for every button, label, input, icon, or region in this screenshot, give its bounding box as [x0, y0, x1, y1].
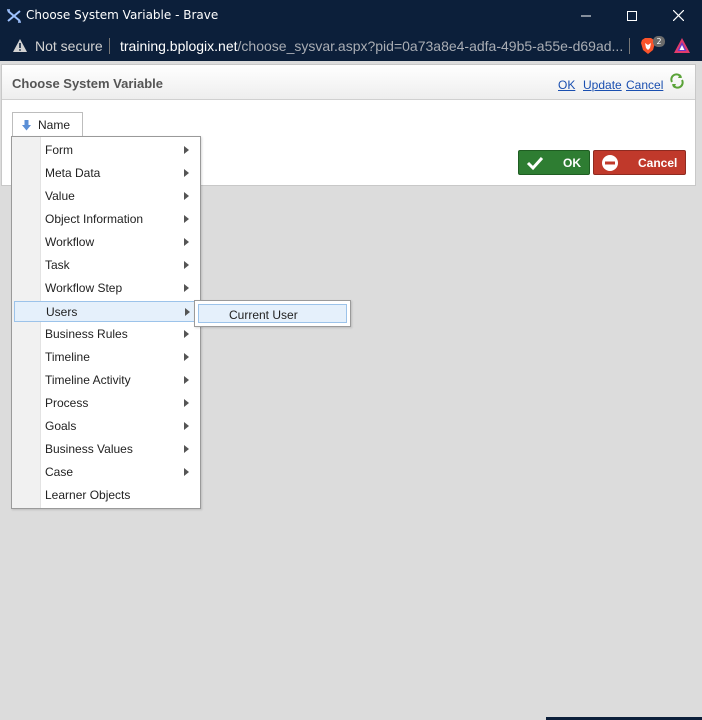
arrow-down-icon — [22, 120, 31, 131]
close-icon — [672, 10, 684, 21]
refresh-icon[interactable] — [669, 73, 685, 89]
menu-item-business-values[interactable]: Business Values — [14, 439, 198, 460]
close-window-button[interactable] — [655, 0, 701, 31]
chevron-right-icon — [184, 399, 189, 407]
sort-name-label: Name — [38, 118, 71, 132]
users-submenu: Current User — [194, 300, 351, 327]
maximize-icon — [627, 10, 637, 21]
cancel-link[interactable]: Cancel — [626, 78, 663, 92]
menu-item-label: Case — [45, 465, 74, 479]
shields-count-badge: 2 — [653, 36, 665, 47]
url-path: /choose_sysvar.aspx?pid=0a73a8e4-adfa-49… — [237, 38, 624, 54]
menu-item-object-information[interactable]: Object Information — [14, 209, 198, 230]
system-variable-menu: Form Meta Data Value Object Information Work… — [11, 136, 201, 509]
chevron-right-icon — [184, 284, 189, 292]
menu-item-business-rules[interactable]: Business Rules — [14, 324, 198, 345]
page-title: Choose System Variable — [12, 76, 164, 91]
chevron-right-icon — [184, 215, 189, 223]
chevron-right-icon — [184, 445, 189, 453]
menu-item-learner-objects[interactable]: Learner Objects — [14, 485, 198, 506]
menu-item-label: Users — [46, 305, 78, 319]
update-link[interactable]: Update — [583, 78, 622, 92]
chevron-right-icon — [184, 376, 189, 384]
address-bar: Not secure training.bplogix.net/choose_s… — [0, 31, 702, 61]
menu-item-label: Timeline Activity — [45, 373, 131, 387]
menu-item-label: Process — [45, 396, 89, 410]
rewards-icon[interactable] — [674, 38, 690, 53]
window-title: Choose System Variable - Brave — [26, 8, 219, 22]
url-field[interactable]: training.bplogix.net/choose_sysvar.aspx?… — [120, 38, 623, 54]
ok-button-label: OK — [563, 156, 581, 170]
menu-item-timeline-activity[interactable]: Timeline Activity — [14, 370, 198, 391]
menu-item-workflow[interactable]: Workflow — [14, 232, 198, 253]
menu-item-label: Workflow — [45, 235, 95, 249]
minimize-icon — [581, 15, 591, 16]
ok-link[interactable]: OK — [558, 78, 575, 92]
chevron-right-icon — [184, 330, 189, 338]
menu-item-label: Value — [45, 189, 75, 203]
menu-item-label: Goals — [45, 419, 77, 433]
menu-item-meta-data[interactable]: Meta Data — [14, 163, 198, 184]
chevron-right-icon — [184, 192, 189, 200]
chevron-right-icon — [184, 468, 189, 476]
menu-item-form[interactable]: Form — [14, 140, 198, 161]
maximize-button[interactable] — [609, 0, 655, 31]
chevron-right-icon — [184, 353, 189, 361]
chevron-right-icon — [185, 308, 190, 316]
minimize-button[interactable] — [563, 0, 609, 31]
menu-item-value[interactable]: Value — [14, 186, 198, 207]
sort-name-button[interactable]: Name — [12, 112, 83, 138]
menu-item-label: Business Rules — [45, 327, 128, 341]
chevron-right-icon — [184, 261, 189, 269]
submenu-item-label: Current User — [229, 308, 298, 322]
menu-item-label: Object Information — [45, 212, 144, 226]
menu-item-workflow-step[interactable]: Workflow Step — [14, 278, 198, 299]
chevron-right-icon — [184, 146, 189, 154]
menu-item-label: Workflow Step — [45, 281, 123, 295]
menu-item-label: Learner Objects — [45, 488, 131, 502]
menu-item-process[interactable]: Process — [14, 393, 198, 414]
chevron-right-icon — [184, 422, 189, 430]
menu-item-timeline[interactable]: Timeline — [14, 347, 198, 368]
ok-button[interactable]: OK — [518, 150, 590, 175]
divider — [629, 38, 630, 54]
submenu-item-current-user[interactable]: Current User — [198, 304, 347, 323]
chevron-right-icon — [184, 169, 189, 177]
app-icon — [7, 9, 21, 23]
chevron-right-icon — [184, 238, 189, 246]
warning-icon — [13, 39, 27, 52]
menu-item-label: Meta Data — [45, 166, 101, 180]
title-bar: Choose System Variable - Brave — [0, 0, 702, 31]
menu-item-task[interactable]: Task — [14, 255, 198, 276]
menu-item-label: Business Values — [45, 442, 133, 456]
menu-item-case[interactable]: Case — [14, 462, 198, 483]
security-label[interactable]: Not secure — [35, 38, 103, 54]
minus-circle-icon — [602, 155, 618, 171]
cancel-button[interactable]: Cancel — [593, 150, 686, 175]
menu-item-label: Timeline — [45, 350, 90, 364]
panel-header: Choose System Variable OK Update Cancel — [2, 65, 695, 100]
menu-item-label: Form — [45, 143, 73, 157]
checkmark-icon — [526, 156, 544, 171]
menu-item-goals[interactable]: Goals — [14, 416, 198, 437]
url-host: training.bplogix.net — [120, 38, 238, 54]
menu-item-users[interactable]: Users — [14, 301, 198, 322]
menu-item-label: Task — [45, 258, 70, 272]
cancel-button-label: Cancel — [638, 156, 678, 170]
divider — [109, 38, 110, 54]
